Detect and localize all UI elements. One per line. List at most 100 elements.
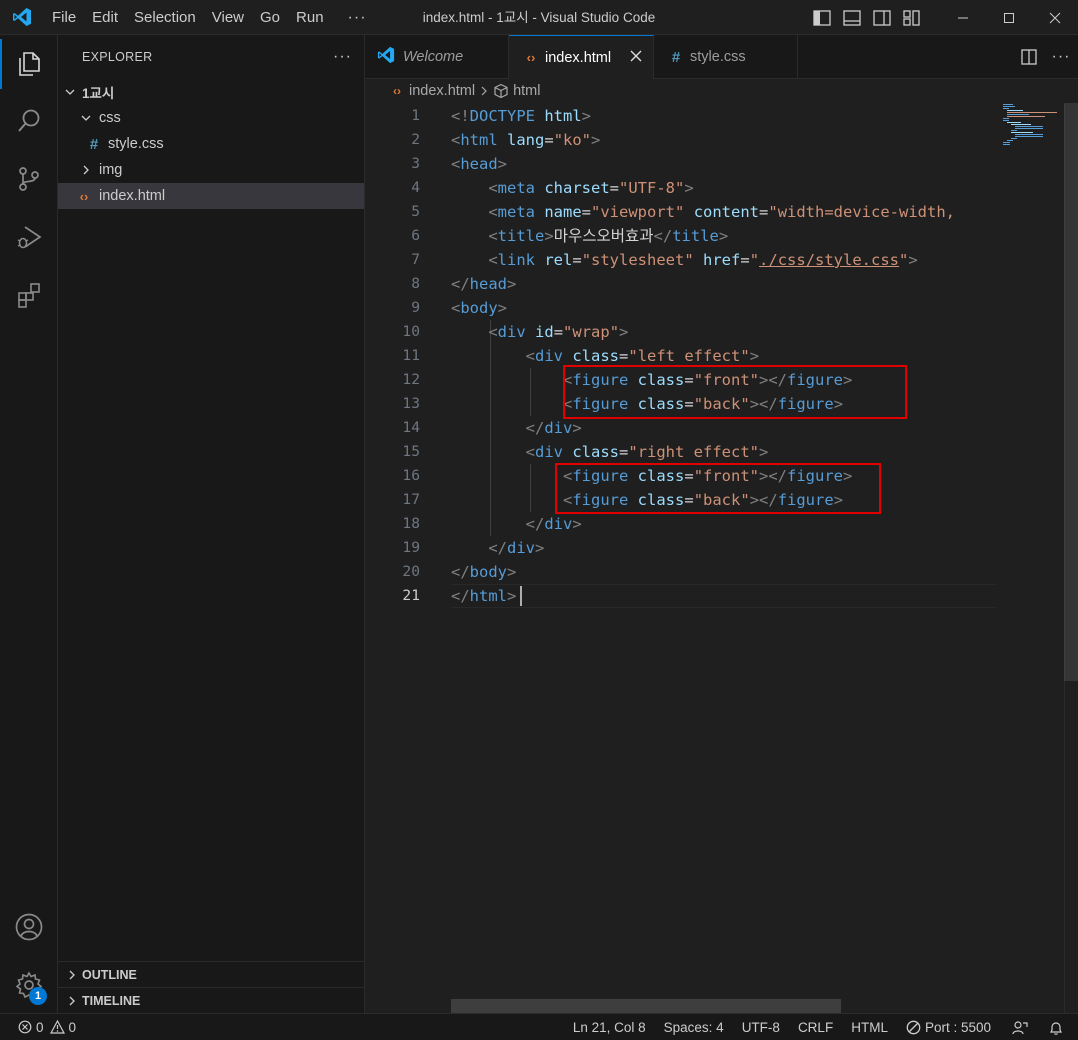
minimize-icon[interactable] [940, 0, 986, 35]
highlight-box-left-figures [563, 365, 907, 419]
line-number: 11 [402, 347, 420, 364]
tree-item-label: style.css [108, 136, 164, 152]
breadcrumb-symbol[interactable]: html [513, 83, 540, 99]
symbol-cube-icon [493, 83, 509, 99]
explorer-title: EXPLORER [82, 50, 153, 64]
notifications-bell-icon[interactable] [1040, 1020, 1078, 1036]
title-bar: File Edit Selection View Go Run ··· inde… [0, 0, 1078, 35]
code-line-3: <head> [451, 155, 508, 173]
vertical-scrollbar[interactable] [1064, 103, 1078, 1013]
vscode-icon [377, 46, 395, 68]
encoding[interactable]: UTF-8 [733, 1020, 789, 1035]
code-line-15: <div class="right effect"> [525, 443, 769, 461]
outline-section[interactable]: OUTLINE [58, 961, 364, 987]
chevron-down-icon [62, 84, 78, 100]
chevron-right-icon [64, 967, 80, 983]
menu-file[interactable]: File [44, 0, 84, 35]
explorer-icon[interactable] [0, 39, 58, 89]
menu-selection[interactable]: Selection [126, 0, 204, 35]
line-number: 7 [411, 251, 420, 268]
code-line-20: </body> [451, 563, 517, 581]
more-actions-button[interactable]: ··· [1044, 48, 1078, 66]
vscode-logo-icon[interactable] [0, 0, 44, 35]
breadcrumb-file[interactable]: index.html [409, 83, 475, 99]
customize-layout-icon[interactable] [900, 0, 924, 35]
tree-item-label: css [99, 110, 121, 126]
cursor-position[interactable]: Ln 21, Col 8 [564, 1020, 655, 1035]
html-icon: ‹› [393, 84, 401, 98]
css-file-icon: # [89, 135, 99, 153]
accounts-feedback-icon[interactable] [1000, 1020, 1040, 1036]
title-bar-controls [807, 0, 1078, 35]
tab-welcome[interactable]: Welcome [365, 35, 509, 79]
line-number: 12 [402, 371, 420, 388]
html-icon: ‹› [526, 50, 536, 65]
code-line-18: </div> [525, 515, 582, 533]
code-lines[interactable]: <!DOCTYPE html> <html lang="ko"> <head> … [451, 104, 996, 608]
run-debug-icon[interactable] [0, 212, 58, 262]
minimap[interactable] [999, 103, 1064, 163]
warning-icon [49, 1020, 65, 1034]
menu-edit[interactable]: Edit [84, 0, 126, 35]
line-number: 18 [402, 515, 420, 532]
tree-item-css-folder[interactable]: css [58, 105, 364, 131]
line-number: 17 [402, 491, 420, 508]
toggle-panel-icon[interactable] [840, 0, 864, 35]
chevron-down-icon [78, 110, 94, 126]
indentation[interactable]: Spaces: 4 [655, 1020, 733, 1035]
activity-bar: 1 [0, 35, 58, 1013]
tree-item-style-css[interactable]: # style.css [58, 131, 364, 157]
timeline-section[interactable]: TIMELINE [58, 987, 364, 1013]
menu-go[interactable]: Go [252, 0, 288, 35]
port-label: Port : 5500 [924, 1020, 991, 1035]
tab-index-html[interactable]: ‹› index.html [509, 35, 654, 79]
tab-label: Welcome [403, 49, 464, 65]
tree-item-label: img [99, 162, 123, 178]
toggle-secondary-sidebar-icon[interactable] [870, 0, 894, 35]
menu-run[interactable]: Run [288, 0, 332, 35]
breadcrumb: ‹› index.html html [365, 79, 1078, 103]
warning-count: 0 [68, 1019, 77, 1035]
code-line-5: <meta name="viewport" content="width=dev… [488, 203, 955, 221]
tree-item-img-folder[interactable]: img [58, 157, 364, 183]
gear-icon[interactable]: 1 [0, 960, 58, 1010]
line-number: 19 [402, 539, 420, 556]
code-line-2: <html lang="ko"> [451, 131, 601, 149]
highlight-box-right-figures [555, 463, 881, 514]
status-bar: 0 0 Ln 21, Col 8 Spaces: 4 UTF-8 CRLF HT… [0, 1013, 1078, 1040]
end-of-line[interactable]: CRLF [789, 1020, 842, 1035]
code-line-1: <!DOCTYPE html> [451, 107, 592, 125]
vertical-scrollbar-thumb[interactable] [1064, 103, 1078, 681]
search-icon[interactable] [0, 96, 58, 146]
code-line-6: <title>마우스오버효과</title> [488, 227, 729, 245]
line-number: 14 [402, 419, 420, 436]
toggle-primary-sidebar-icon[interactable] [810, 0, 834, 35]
error-icon [18, 1020, 32, 1034]
settings-badge: 1 [29, 987, 47, 1005]
chevron-right-icon [64, 993, 80, 1009]
menu-bar: File Edit Selection View Go Run ··· [44, 0, 375, 35]
close-window-icon[interactable] [1032, 0, 1078, 35]
account-icon[interactable] [0, 902, 58, 952]
maximize-icon[interactable] [986, 0, 1032, 35]
menu-view[interactable]: View [204, 0, 252, 35]
line-number: 3 [411, 155, 420, 172]
editor-actions: ··· [1014, 35, 1078, 79]
language-mode[interactable]: HTML [842, 1020, 897, 1035]
live-server-port[interactable]: Port : 5500 [897, 1020, 1000, 1035]
extensions-icon[interactable] [0, 270, 58, 320]
status-problems[interactable]: 0 0 [0, 1020, 76, 1035]
explorer-more-button[interactable]: ··· [333, 48, 352, 66]
close-icon[interactable] [629, 49, 643, 67]
split-editor-icon[interactable] [1014, 49, 1044, 65]
code-editor[interactable]: 1 2 3 4 5 6 7 8 9 10 11 12 13 14 15 16 17 18 19 20 21 <!DOCT… [365, 103, 1078, 1013]
horizontal-scrollbar-thumb[interactable] [451, 999, 841, 1013]
tab-style-css[interactable]: # style.css [654, 35, 798, 79]
line-number: 16 [402, 467, 420, 484]
error-count: 0 [36, 1019, 44, 1035]
line-number: 13 [402, 395, 420, 412]
source-control-icon[interactable] [0, 154, 58, 204]
tree-item-index-html[interactable]: ‹› index.html [58, 183, 364, 209]
tree-root-folder[interactable]: 1교시 [58, 79, 364, 105]
menu-more-button[interactable]: ··· [340, 0, 375, 35]
